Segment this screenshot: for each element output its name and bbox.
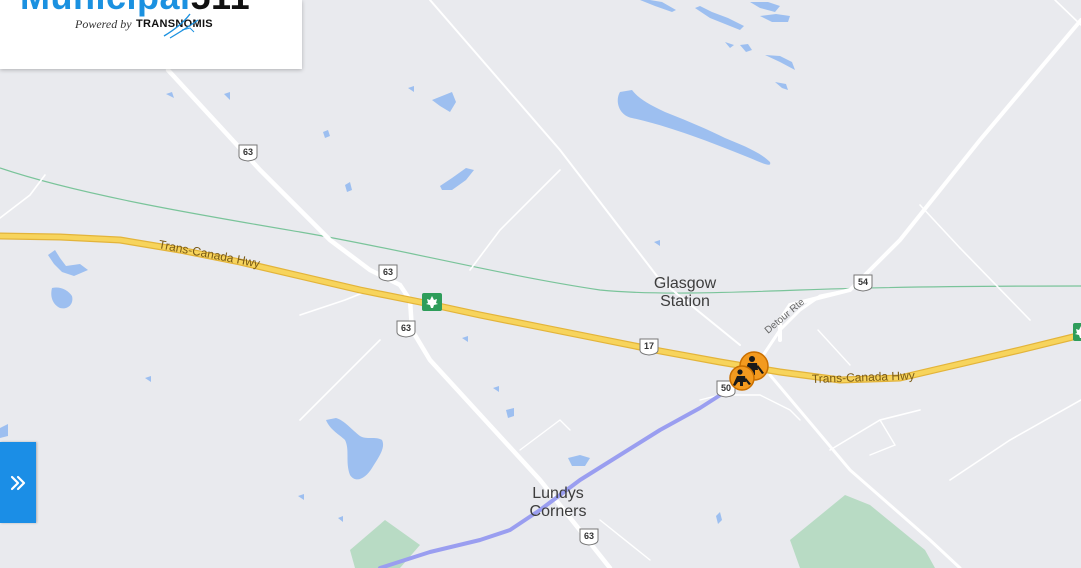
side-panel-toggle-button[interactable] [0,442,36,523]
rest-area-marker[interactable] [422,293,442,311]
powered-by-text: Powered by [75,17,132,31]
app-title: Municipal511 [20,0,250,18]
route-shield-63: 63 [579,528,599,546]
route-shield-number: 63 [383,267,393,277]
transnomis-swoosh-icon [163,13,199,39]
place-label-glasgow-station: Glasgow Station [654,275,717,310]
double-chevron-right-icon [10,475,26,490]
route-shield-63: 63 [238,144,258,162]
route-shield-54: 54 [853,274,873,292]
place-label-line: Lundys [532,485,584,502]
place-label-line: Glasgow [654,275,717,292]
route-shield-number: 63 [584,531,594,541]
place-label-line: Station [660,293,710,310]
place-label-lundys-corners: Lundys Corners [530,485,587,520]
construction-incident-marker[interactable] [729,365,755,391]
route-shield-number: 50 [721,383,731,393]
place-label-line: Corners [530,503,587,520]
route-shield-63: 63 [378,264,398,282]
route-shield-number: 63 [401,323,411,333]
rest-area-marker[interactable] [1073,323,1081,341]
route-shield-63: 63 [396,320,416,338]
logo-panel[interactable]: Municipal511 Powered by TRANSNOMIS [0,0,302,69]
route-shield-number: 17 [644,341,654,351]
route-shield-17: 17 [639,338,659,356]
route-shield-number: 63 [243,147,253,157]
map[interactable]: Trans-Canada Hwy Trans-Canada Hwy Detour… [0,0,1081,568]
route-shield-number: 54 [858,277,868,287]
